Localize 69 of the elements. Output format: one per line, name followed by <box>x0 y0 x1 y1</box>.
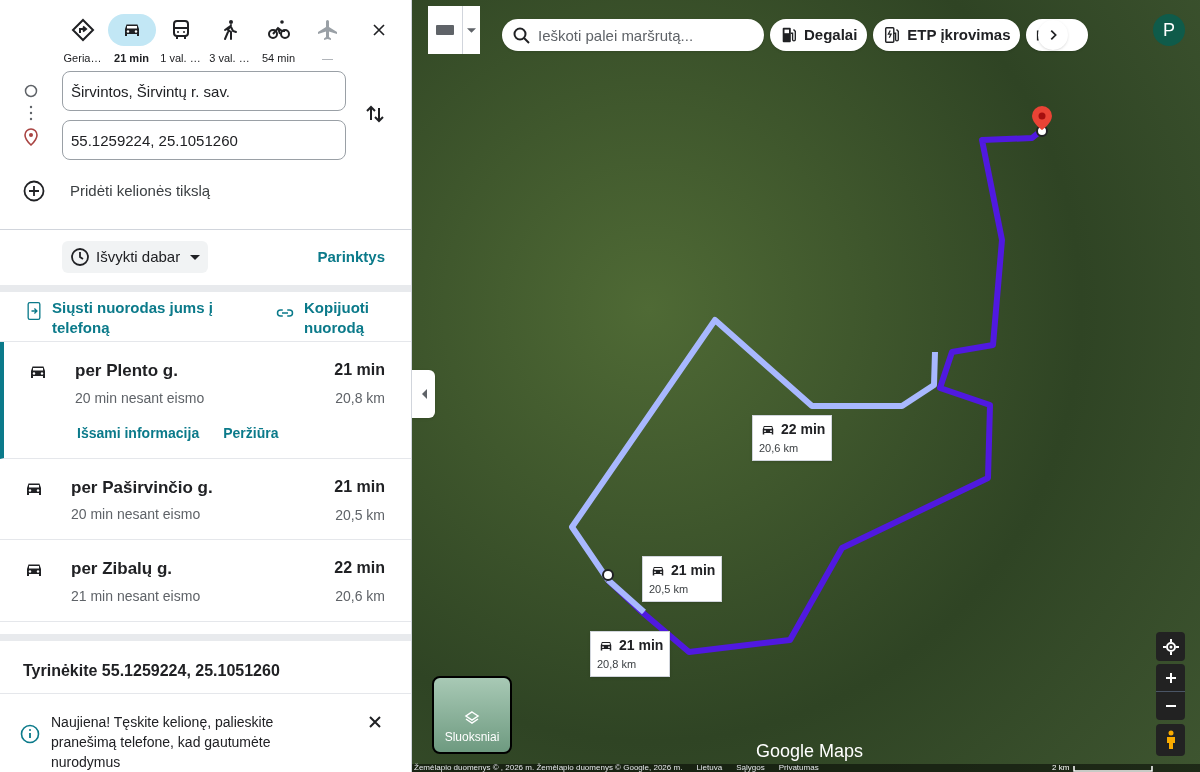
layers-icon <box>464 710 480 726</box>
route-note: 20 min nesant eismo <box>75 388 206 408</box>
notice-text: Naujiena! Tęskite kelionę, palieskite pranešimą telefone, kad gautumėte nurodymus <box>51 713 275 772</box>
directions-icon <box>70 18 95 42</box>
explore-heading: Tyrinėkite 55.1259224, 25.1051260 <box>0 641 411 694</box>
add-destination-button[interactable]: Pridėti kelionės tikslą <box>0 164 411 219</box>
clock-icon <box>70 247 90 268</box>
route-name: per Zibalų g. <box>71 558 174 580</box>
location-pin-icon <box>23 128 39 147</box>
dots-icon <box>29 104 33 123</box>
caret-icon <box>190 254 201 260</box>
origin-field[interactable]: Širvintos, Širvintų r. sav. <box>62 71 346 112</box>
search-field[interactable]: Ieškoti palei maršrutą... <box>502 19 764 51</box>
attribution-text: Žemėlapio duomenys © , 2026 m. Žemėlapio duomenys © Google, 2026 m. <box>414 763 683 772</box>
info-icon <box>20 724 40 744</box>
route-distance: 20,8 km <box>335 389 385 409</box>
keyboard-icon <box>435 22 455 38</box>
route-option[interactable]: per Zibalų g. 21 min nesant eismo 22 min 20,6 km <box>0 540 411 622</box>
plus-icon <box>1164 671 1177 684</box>
caret-left-icon <box>420 389 427 399</box>
route-time: 22 min <box>334 558 385 578</box>
route-name: per Paširvinčio g. <box>71 476 214 499</box>
route-option[interactable]: per Paširvinčio g. 20 min nesant eismo 21 min 20,5 km <box>0 458 411 540</box>
route-time: 21 min <box>334 360 385 381</box>
filter-chip[interactable]: Degalai <box>770 19 868 51</box>
street-view-button[interactable] <box>1156 724 1185 756</box>
route-name: per Plento g. <box>75 360 179 383</box>
travel-mode-tab[interactable]: 3 val. … <box>205 14 254 67</box>
send-to-phone-link[interactable]: Siųsti nuorodas jums į telefoną <box>26 298 276 339</box>
route-link[interactable]: Peržiūra <box>223 422 279 444</box>
person-icon <box>1164 730 1177 750</box>
charging-station-icon <box>883 26 902 44</box>
travel-mode-tab[interactable]: 54 min <box>254 14 303 67</box>
airplane-icon <box>315 18 340 42</box>
footer-link[interactable]: Privatumas <box>778 763 819 772</box>
destination-marker <box>1032 106 1052 137</box>
profile-avatar[interactable]: P <box>1153 14 1185 46</box>
depart-now-dropdown[interactable]: Išvykti dabar <box>62 241 209 274</box>
my-location-button[interactable] <box>1156 632 1185 661</box>
collapse-panel-button[interactable] <box>412 370 435 418</box>
route-time-label: 21 min 20,5 km <box>642 556 723 602</box>
footer-link[interactable]: Lietuva <box>696 763 723 772</box>
route-link[interactable]: Išsami informacija <box>77 422 200 444</box>
route-time: 21 min <box>334 476 385 497</box>
fuel-pump-icon <box>780 26 798 44</box>
route-distance: 20,5 km <box>335 505 385 525</box>
plus-circle-icon <box>23 180 45 203</box>
caret-icon <box>467 27 476 33</box>
search-icon <box>512 26 530 44</box>
bicycle-icon <box>266 18 291 42</box>
route-distance: 20,6 km <box>335 587 385 606</box>
crosshair-icon <box>1161 637 1180 656</box>
route-time-label: 21 min 20,8 km <box>590 631 671 677</box>
options-link[interactable]: Parinktys <box>317 246 385 269</box>
travel-mode-tab[interactable]: Geria… <box>58 14 107 67</box>
copy-link-button[interactable]: Kopijuoti nuorodą <box>276 298 386 339</box>
google-maps-logo: Google Maps <box>756 741 864 761</box>
origin-circle-icon <box>24 84 38 99</box>
route-note: 21 min nesant eismo <box>71 586 202 606</box>
scale-label: 2 km <box>1052 763 1070 772</box>
scale-bar-icon <box>1073 766 1154 772</box>
footer-link[interactable]: Sąlygos <box>736 763 765 772</box>
route-time-label: 22 min 20,6 km <box>752 415 833 461</box>
destination-field[interactable]: 55.1259224, 25.1051260 <box>62 120 346 161</box>
travel-mode-tab[interactable]: 1 val. … <box>156 14 205 67</box>
keyboard-input-button[interactable] <box>428 6 480 54</box>
send-to-device-icon <box>26 301 42 322</box>
filter-chip[interactable]: ETP įkrovimas <box>873 19 1021 51</box>
route-note: 20 min nesant eismo <box>71 505 202 525</box>
